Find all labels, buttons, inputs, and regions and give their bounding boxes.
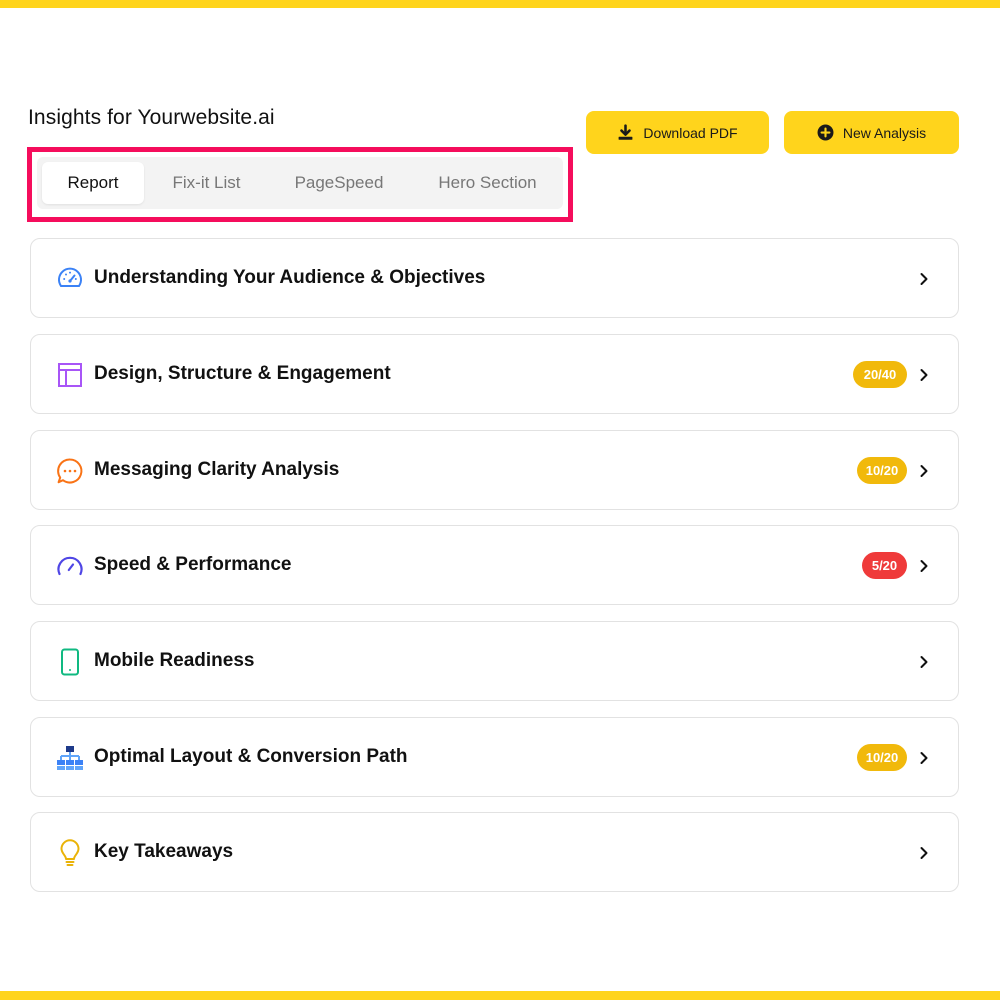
speedometer-icon: [57, 556, 83, 576]
gauge-icon: [58, 267, 82, 287]
top-accent-bar: [0, 0, 1000, 8]
section-label: Optimal Layout & Conversion Path: [94, 746, 408, 767]
download-pdf-label: Download PDF: [643, 124, 738, 141]
tabs-bar: Report Fix-it List PageSpeed Hero Sectio…: [37, 157, 563, 209]
section-layout-conversion[interactable]: Optimal Layout & Conversion Path 10/20: [30, 717, 959, 797]
score-badge: 10/20: [857, 744, 907, 771]
download-pdf-button[interactable]: Download PDF: [586, 111, 769, 154]
section-speed-performance[interactable]: Speed & Performance 5/20: [30, 525, 959, 605]
lightbulb-icon: [60, 839, 80, 866]
chevron-right-icon: [920, 656, 928, 668]
section-label: Speed & Performance: [94, 554, 292, 575]
section-label: Understanding Your Audience & Objectives: [94, 267, 486, 288]
chat-bubble-icon: [57, 458, 83, 484]
tab-hero-section[interactable]: Hero Section: [415, 162, 560, 204]
tab-fix-it-list[interactable]: Fix-it List: [150, 162, 263, 204]
plus-circle-icon: [817, 124, 834, 141]
chevron-right-icon: [920, 465, 928, 477]
chevron-right-icon: [920, 369, 928, 381]
download-icon: [619, 124, 633, 140]
tab-pagespeed[interactable]: PageSpeed: [275, 162, 403, 204]
section-mobile-readiness[interactable]: Mobile Readiness: [30, 621, 959, 701]
chevron-right-icon: [920, 273, 928, 285]
page-title: Insights for Yourwebsite.ai: [28, 106, 275, 129]
chevron-right-icon: [920, 847, 928, 859]
sitemap-icon: [57, 746, 83, 770]
section-label: Key Takeaways: [94, 841, 234, 862]
section-label: Mobile Readiness: [94, 650, 255, 671]
score-badge: 10/20: [857, 457, 907, 484]
chevron-right-icon: [920, 752, 928, 764]
section-label: Design, Structure & Engagement: [94, 363, 391, 384]
section-audience-objectives[interactable]: Understanding Your Audience & Objectives: [30, 238, 959, 318]
new-analysis-button[interactable]: New Analysis: [784, 111, 959, 154]
mobile-phone-icon: [61, 648, 79, 676]
score-badge: 20/40: [853, 361, 907, 388]
new-analysis-label: New Analysis: [842, 124, 927, 141]
section-messaging-clarity[interactable]: Messaging Clarity Analysis 10/20: [30, 430, 959, 510]
layout-icon: [58, 363, 82, 387]
section-design-structure[interactable]: Design, Structure & Engagement 20/40: [30, 334, 959, 414]
section-label: Messaging Clarity Analysis: [94, 459, 340, 480]
bottom-accent-bar: [0, 991, 1000, 1000]
score-badge: 5/20: [862, 552, 907, 579]
section-key-takeaways[interactable]: Key Takeaways: [30, 812, 959, 892]
tab-report[interactable]: Report: [42, 162, 144, 204]
chevron-right-icon: [920, 560, 928, 572]
